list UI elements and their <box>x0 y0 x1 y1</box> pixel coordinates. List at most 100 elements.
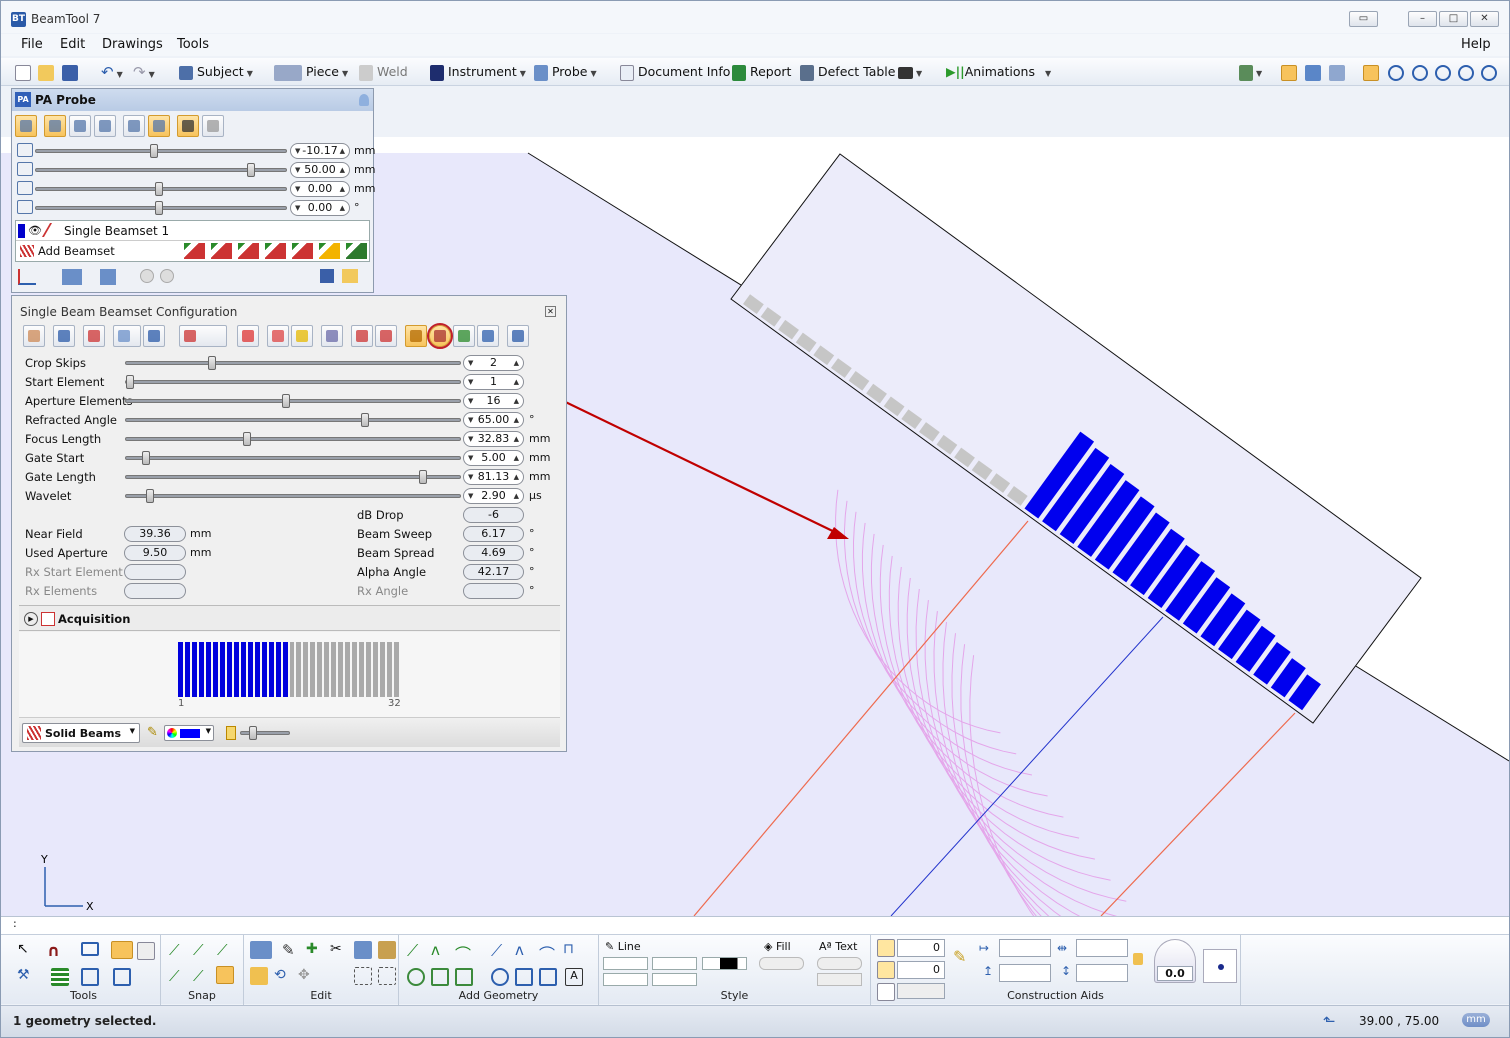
spin-down-icon[interactable]: ▼ <box>468 432 473 446</box>
copy-icon[interactable] <box>354 941 372 959</box>
snap-endpoint-icon[interactable]: ⟋ <box>169 941 187 959</box>
param-slider-thumb[interactable] <box>419 470 427 484</box>
circle-tool-icon[interactable] <box>407 968 425 986</box>
text-select[interactable] <box>817 957 862 970</box>
spin-up-icon[interactable]: ▲ <box>340 144 345 158</box>
solid-beam-icon[interactable] <box>405 325 427 347</box>
line-end-select[interactable] <box>603 973 648 986</box>
text-tool-icon[interactable]: A <box>565 968 583 986</box>
focus-arcs-icon[interactable] <box>427 323 453 349</box>
param-value-spinner[interactable]: ▼ 2 ▲ <box>463 355 524 371</box>
acquisition-section[interactable]: ▶ Acquisition <box>19 605 560 631</box>
probe-wedge-icon[interactable] <box>69 115 91 137</box>
spin-up-icon[interactable]: ▲ <box>514 451 519 465</box>
spin-down-icon[interactable]: ▼ <box>468 451 473 465</box>
snap-grid-icon[interactable] <box>216 966 234 984</box>
menu-help[interactable]: Help <box>1461 37 1491 52</box>
pa-value-spinner[interactable]: ▼ -10.17 ▲ <box>290 143 350 159</box>
probe-settings-icon[interactable] <box>100 269 116 285</box>
beam-color-picker[interactable]: ▼ <box>164 725 214 741</box>
align-icon[interactable] <box>354 967 372 985</box>
element-bar[interactable] <box>352 642 358 697</box>
element-bar[interactable] <box>178 642 183 697</box>
element-bar[interactable] <box>275 642 281 697</box>
beam-mode-icon[interactable] <box>179 325 227 347</box>
param-slider-thumb[interactable] <box>361 413 369 427</box>
pa-slider-thumb[interactable] <box>155 201 163 215</box>
crosshair-icon[interactable] <box>507 325 529 347</box>
move-icon[interactable]: ✥ <box>298 967 316 985</box>
element-bar[interactable] <box>317 642 323 697</box>
element-bar[interactable] <box>394 642 399 697</box>
mirror-icon[interactable] <box>177 115 199 137</box>
view-iso-icon[interactable] <box>1305 63 1321 81</box>
add-beamset-row[interactable]: Add Beamset <box>16 241 369 261</box>
properties-icon[interactable] <box>111 941 133 959</box>
edit-probe-icon[interactable] <box>18 269 36 285</box>
single-beam-add-icon[interactable] <box>184 243 205 259</box>
spin-up-icon[interactable]: ▲ <box>514 413 519 427</box>
rotate-icon[interactable]: ⟲ <box>274 967 292 985</box>
param-slider-thumb[interactable] <box>146 489 154 503</box>
spin-up-icon[interactable]: ▲ <box>514 470 519 484</box>
element-bar[interactable] <box>212 642 218 697</box>
instrument-menu[interactable]: Instrument ▼ <box>430 63 526 81</box>
compound-add-icon[interactable] <box>265 243 286 259</box>
param-slider-track[interactable] <box>125 356 461 370</box>
param-slider-thumb[interactable] <box>243 432 251 446</box>
pa-slider-track[interactable] <box>35 163 287 177</box>
param-slider-track[interactable] <box>125 375 461 389</box>
horizontal-distance-field[interactable] <box>999 939 1051 957</box>
angle-snap-icon[interactable] <box>877 939 895 957</box>
line-blue-icon[interactable]: ⟋ <box>491 941 509 960</box>
reflection-icon[interactable] <box>375 325 397 347</box>
param-slider-track[interactable] <box>125 489 461 503</box>
construction-pencil-icon[interactable]: ✎ <box>953 947 966 966</box>
save-beamset-icon[interactable] <box>53 325 75 347</box>
label-abc-icon[interactable] <box>44 115 66 137</box>
polyline-tool-icon[interactable]: ʌ <box>431 941 449 959</box>
snap-perpendicular-icon[interactable]: ⟋ <box>193 967 211 985</box>
element-bar[interactable] <box>268 642 274 697</box>
group-objects-icon[interactable] <box>250 967 268 985</box>
wave-type-icon[interactable] <box>143 325 165 347</box>
previous-icon[interactable] <box>140 269 154 283</box>
zoom-extents-icon[interactable] <box>1435 63 1451 81</box>
line-pattern-select[interactable] <box>652 957 697 970</box>
pencil-icon[interactable]: ✎ <box>147 725 158 740</box>
close-button[interactable]: ✕ <box>1470 11 1499 27</box>
menu-tools[interactable]: Tools <box>177 37 209 52</box>
element-bar[interactable] <box>254 642 260 697</box>
animations-button[interactable]: ▶||Animations ▼ <box>946 63 1051 81</box>
line-tool-icon[interactable]: ⟋ <box>407 941 425 960</box>
add-point-icon[interactable]: ✚ <box>306 941 324 959</box>
zoom-fit-icon[interactable] <box>1388 63 1404 81</box>
distribute-icon[interactable] <box>378 967 396 985</box>
circle-blue-icon[interactable] <box>491 968 509 986</box>
beamset-row[interactable]: 👁 Single Beamset 1 <box>16 221 369 241</box>
opacity-thumb[interactable] <box>249 726 257 740</box>
opacity-slider[interactable] <box>240 726 290 740</box>
pa-slider-track[interactable] <box>35 201 287 215</box>
pa-probe-header[interactable]: PA PA Probe <box>12 89 373 111</box>
rectangle-tool-icon[interactable] <box>455 968 473 986</box>
open-folder-icon[interactable] <box>38 63 54 81</box>
element-bar[interactable] <box>345 642 351 697</box>
menu-drawings[interactable]: Drawings <box>102 37 163 52</box>
save-icon[interactable] <box>62 63 78 81</box>
line-color-select[interactable] <box>702 957 747 970</box>
probe-rotate-icon[interactable] <box>94 115 116 137</box>
polyline-blue-icon[interactable]: ʌ <box>515 941 533 959</box>
save-probe-icon[interactable] <box>320 269 334 283</box>
snap-intersection-icon[interactable]: ⟋ <box>217 941 235 959</box>
next-icon[interactable] <box>160 269 174 283</box>
pa-value-spinner[interactable]: ▼ 0.00 ▲ <box>290 200 350 216</box>
command-line[interactable]: : <box>1 916 1509 934</box>
spin-down-icon[interactable]: ▼ <box>295 163 300 177</box>
spin-down-icon[interactable]: ▼ <box>468 375 473 389</box>
export-icon[interactable]: ▼ <box>1239 63 1262 81</box>
vertical-span-field[interactable] <box>1076 964 1128 982</box>
param-slider-thumb[interactable] <box>208 356 216 370</box>
param-slider-thumb[interactable] <box>282 394 290 408</box>
element-bar[interactable] <box>296 642 302 697</box>
